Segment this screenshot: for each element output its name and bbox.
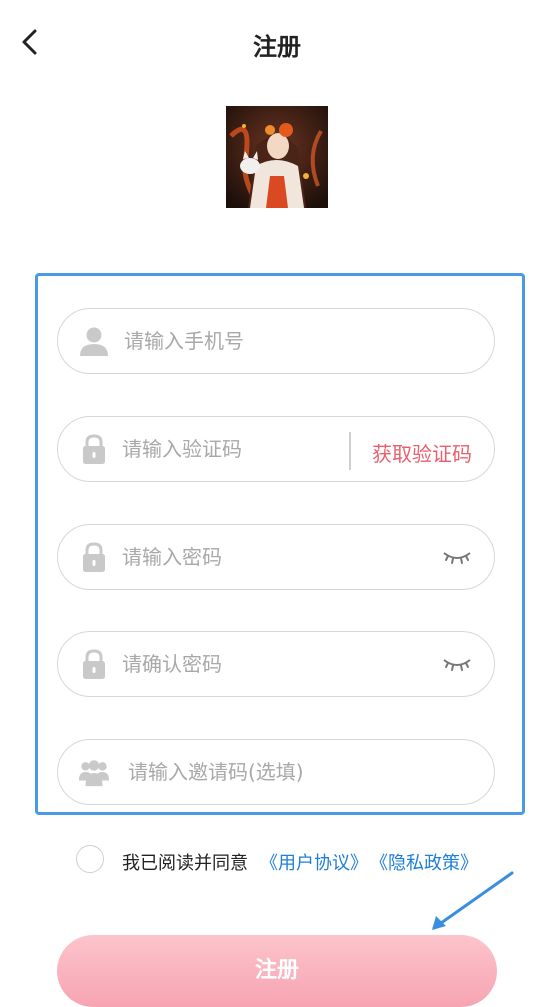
eye-closed-icon[interactable] xyxy=(442,650,472,676)
code-field[interactable]: 获取验证码 xyxy=(57,416,495,482)
lock-icon xyxy=(83,649,105,679)
page-title: 注册 xyxy=(253,33,301,61)
eye-closed-icon[interactable] xyxy=(442,543,472,569)
register-button[interactable]: 注册 xyxy=(57,935,497,1007)
agree-checkbox[interactable] xyxy=(76,845,104,873)
invite-code-input[interactable] xyxy=(128,740,468,804)
lock-icon xyxy=(83,434,105,464)
arrow-icon xyxy=(432,871,514,930)
password-input[interactable] xyxy=(122,525,412,589)
confirm-password-field[interactable] xyxy=(57,631,495,697)
group-icon xyxy=(78,760,110,787)
header-bar: 注册 xyxy=(0,0,554,84)
user-agreement-link[interactable]: 《用户协议》 xyxy=(260,849,368,875)
password-field[interactable] xyxy=(57,524,495,590)
lock-icon xyxy=(83,542,105,572)
phone-input[interactable] xyxy=(124,309,464,373)
field-divider xyxy=(349,432,351,470)
invite-code-field[interactable] xyxy=(57,739,495,805)
code-input[interactable] xyxy=(122,417,342,481)
get-code-button[interactable]: 获取验证码 xyxy=(372,438,472,467)
agreement-text: 我已阅读并同意 xyxy=(122,853,248,874)
confirm-password-input[interactable] xyxy=(122,632,412,696)
user-icon xyxy=(80,327,108,356)
phone-field[interactable] xyxy=(57,308,495,374)
avatar xyxy=(226,106,328,208)
